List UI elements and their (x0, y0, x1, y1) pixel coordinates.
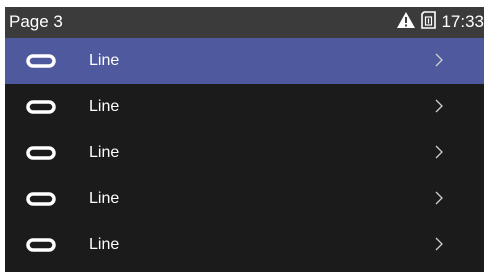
chevron-right-icon (435, 237, 443, 251)
phone-screen: Page 3 17:33 Line Line Line Line Line (5, 7, 484, 272)
list-item-label: Line (89, 190, 120, 207)
status-bar: Page 3 17:33 (5, 7, 484, 38)
chevron-right-icon (435, 99, 443, 113)
line-icon (26, 192, 56, 206)
list-item[interactable]: Line (5, 176, 484, 222)
clock: 17:33 (441, 12, 484, 31)
list-item-label: Line (89, 52, 120, 69)
line-icon (26, 54, 56, 68)
warning-icon (396, 11, 416, 34)
line-list: Line Line Line Line Line (5, 38, 484, 268)
list-item[interactable]: Line (5, 38, 484, 84)
status-icons: 17:33 (396, 10, 484, 34)
list-item-label: Line (89, 144, 120, 161)
list-item[interactable]: Line (5, 222, 484, 268)
list-item[interactable]: Line (5, 84, 484, 130)
list-item-label: Line (89, 98, 120, 115)
page-title: Page 3 (9, 12, 63, 31)
line-icon (26, 146, 56, 160)
sim-card-icon (420, 10, 437, 34)
chevron-right-icon (435, 53, 443, 67)
line-icon (26, 238, 56, 252)
list-item[interactable]: Line (5, 130, 484, 176)
list-item-label: Line (89, 236, 120, 253)
line-icon (26, 100, 56, 114)
chevron-right-icon (435, 145, 443, 159)
chevron-right-icon (435, 191, 443, 205)
